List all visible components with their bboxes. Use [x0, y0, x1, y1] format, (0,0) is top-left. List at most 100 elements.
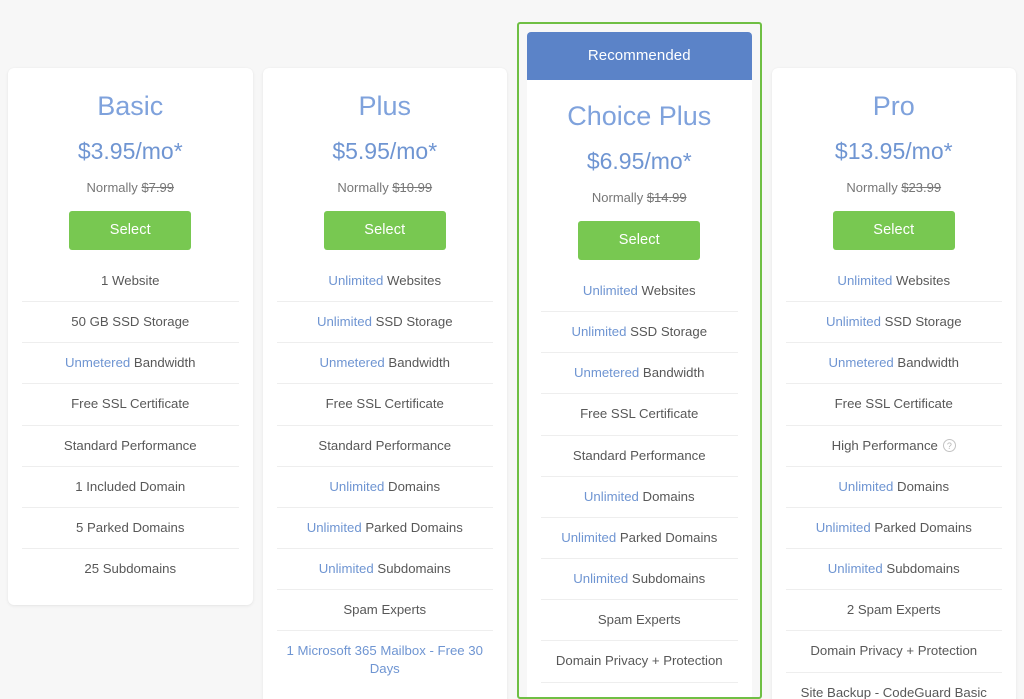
- feature-item: Site Backup - CodeGuard Basic: [785, 671, 1002, 699]
- normally-old-price: $14.99: [646, 189, 687, 205]
- feature-highlight: Unlimited: [583, 488, 639, 504]
- select-button-basic[interactable]: Select: [69, 210, 192, 250]
- feature-item: Free SSL Certificate: [22, 383, 239, 424]
- feature-highlight: Unlimited: [827, 561, 883, 577]
- help-icon[interactable]: ?: [942, 438, 956, 452]
- feature-text: Bandwidth: [639, 365, 705, 381]
- feature-item: 1 Microsoft 365 Mailbox - Free 30 Days: [276, 630, 493, 688]
- feature-item: Standard Performance: [22, 424, 239, 466]
- featured-plan-outline: Recommended Choice Plus $6.95/mo* Normally …: [517, 22, 762, 699]
- feature-item: Unlimited Subdomains: [276, 548, 493, 589]
- feature-text: Domains: [638, 488, 695, 504]
- feature-text: High Performance: [831, 437, 938, 453]
- feature-highlight: Unlimited: [838, 478, 894, 494]
- feature-highlight: Unlimited: [329, 478, 385, 494]
- feature-text: SSD Storage: [371, 314, 453, 330]
- feature-highlight: Unlimited: [318, 561, 374, 577]
- feature-highlight: Unlimited: [837, 272, 893, 288]
- feature-item: Unmetered Bandwidth: [541, 352, 738, 393]
- feature-text: SSD Storage: [880, 314, 962, 330]
- feature-item: Domain Privacy + Protection: [785, 630, 1002, 671]
- plan-column-basic: Basic $3.95/mo* Normally $7.99 Select 1 Webs…: [8, 0, 253, 606]
- feature-text: Subdomains: [882, 561, 960, 577]
- normally-label: Normally: [591, 189, 644, 205]
- plan-column-plus: Plus $5.95/mo* Normally $10.99 Select Unlimi…: [262, 0, 508, 699]
- feature-text: Bandwidth: [130, 355, 196, 371]
- feature-item: Unlimited SSD Storage: [276, 301, 493, 342]
- feature-list: Unlimited Websites Unlimited SSD Storage U…: [772, 264, 1017, 699]
- plan-name: Basic: [97, 91, 164, 121]
- feature-item: Unlimited Subdomains: [785, 548, 1002, 589]
- plan-header: Basic $3.95/mo* Normally $7.99 Select: [8, 68, 253, 250]
- feature-item: Unlimited Websites: [277, 264, 494, 301]
- feature-text: 5 Parked Domains: [76, 519, 185, 535]
- plan-normal-price: Normally $14.99: [539, 190, 740, 205]
- feature-text: Domains: [893, 478, 950, 494]
- feature-text: Site Backup - CodeGuard Basic: [546, 695, 732, 697]
- plan-card-plus: Plus $5.95/mo* Normally $10.99 Select Unlimi…: [262, 68, 508, 699]
- plan-price: $6.95/mo*: [586, 147, 692, 174]
- pricing-plans-grid: Basic $3.95/mo* Normally $7.99 Select 1 Webs…: [0, 0, 1024, 699]
- feature-text: Domains: [384, 478, 441, 494]
- feature-text: Standard Performance: [318, 437, 452, 453]
- feature-item: Unlimited Websites: [541, 274, 738, 311]
- feature-item: Unmetered Bandwidth: [785, 342, 1002, 383]
- feature-text: 1 Website: [101, 272, 160, 288]
- feature-text: Websites: [637, 282, 696, 298]
- feature-text: Free SSL Certificate: [580, 406, 699, 422]
- feature-item: Standard Performance: [541, 434, 738, 476]
- plan-price: $3.95/mo*: [77, 137, 183, 164]
- feature-item: Unlimited Parked Domains: [785, 506, 1002, 548]
- normally-old-price: $10.99: [392, 179, 433, 195]
- feature-highlight: Unlimited: [573, 571, 629, 587]
- plan-name: Choice Plus: [567, 101, 712, 131]
- feature-text: SSD Storage: [626, 324, 708, 340]
- feature-item: 1 Included Domain: [22, 465, 239, 507]
- feature-text: 2 Spam Experts: [846, 602, 941, 618]
- feature-item: Domain Privacy + Protection: [541, 640, 738, 681]
- feature-highlight: Unmetered: [574, 365, 640, 381]
- feature-text: Subdomains: [373, 561, 451, 577]
- feature-text: Domain Privacy + Protection: [810, 643, 978, 659]
- feature-highlight: Unmetered: [319, 355, 385, 371]
- feature-item: Unlimited Domains: [276, 465, 493, 507]
- feature-item: 50 GB SSD Storage: [22, 301, 239, 342]
- feature-text: 50 GB SSD Storage: [71, 314, 190, 330]
- plan-column-pro: Pro $13.95/mo* Normally $23.99 Select Unlimi…: [771, 0, 1017, 699]
- feature-item: Unmetered Bandwidth: [22, 342, 239, 383]
- plan-name: Pro: [872, 91, 915, 121]
- feature-text: Free SSL Certificate: [834, 396, 953, 412]
- feature-highlight: Unlimited: [561, 529, 617, 545]
- feature-item: 2 Spam Experts: [785, 589, 1002, 630]
- feature-highlight: Unmetered: [65, 355, 131, 371]
- plan-card-basic: Basic $3.95/mo* Normally $7.99 Select 1 Webs…: [8, 68, 253, 606]
- feature-item: Spam Experts: [541, 599, 738, 640]
- feature-item: Unlimited Subdomains: [541, 558, 738, 599]
- feature-text: 25 Subdomains: [84, 561, 177, 577]
- feature-highlight: Unlimited: [582, 282, 638, 298]
- feature-highlight: Unlimited: [328, 272, 384, 288]
- feature-item: Site Backup - CodeGuard Basic: [541, 681, 738, 697]
- feature-highlight: Unlimited: [571, 324, 627, 340]
- plan-card-choice-plus: Recommended Choice Plus $6.95/mo* Normally …: [527, 32, 752, 697]
- select-button-plus[interactable]: Select: [323, 210, 446, 250]
- feature-highlight: Unlimited: [825, 314, 881, 330]
- feature-highlight: Unmetered: [828, 355, 894, 371]
- feature-text: Websites: [892, 272, 951, 288]
- select-button-pro[interactable]: Select: [832, 210, 955, 250]
- plan-header: Plus $5.95/mo* Normally $10.99 Select: [263, 68, 508, 250]
- plan-name: Plus: [358, 91, 412, 121]
- feature-text: Parked Domains: [870, 519, 972, 535]
- normally-label: Normally: [86, 179, 138, 195]
- feature-text: Standard Performance: [63, 437, 197, 453]
- feature-item: Free SSL Certificate: [541, 393, 738, 434]
- feature-item: Free SSL Certificate: [276, 383, 493, 424]
- feature-text: Free SSL Certificate: [71, 396, 190, 412]
- plan-header: Pro $13.95/mo* Normally $23.99 Select: [772, 68, 1017, 250]
- normally-old-price: $7.99: [141, 179, 174, 195]
- plan-price: $5.95/mo*: [332, 137, 438, 164]
- feature-text: Parked Domains: [616, 529, 718, 545]
- feature-item: 1 Website: [22, 264, 239, 301]
- feature-text: Bandwidth: [384, 355, 450, 371]
- select-button-choice-plus[interactable]: Select: [578, 220, 701, 260]
